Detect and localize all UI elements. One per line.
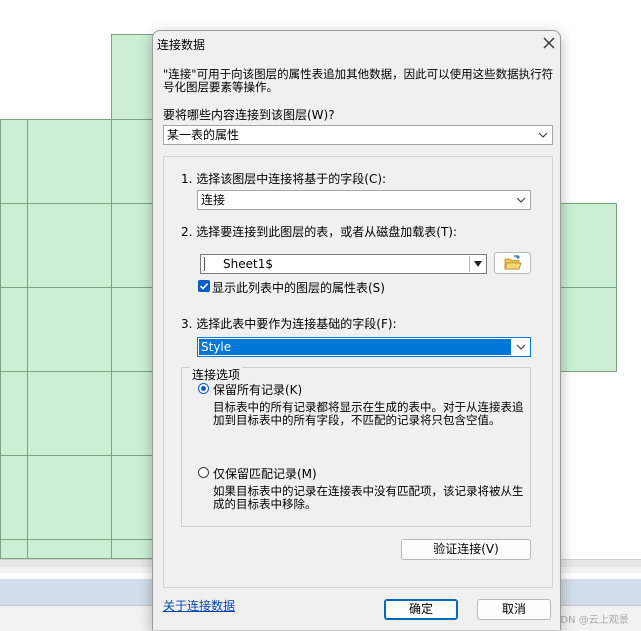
join-table-select[interactable]: Sheet1$ [200, 254, 487, 274]
map-cell [0, 119, 28, 204]
join-field-value: Style [201, 340, 232, 354]
map-cell [111, 34, 156, 120]
join-options-group: 连接选项 保留所有记录(K) 目标表中的所有记录都将显示在生成的表中。对于从连接… [181, 366, 531, 527]
join-data-dialog: 连接数据 "连接"可用于向该图层的属性表追加其他数据，因此可以使用这些数据执行符… [152, 30, 561, 630]
dialog-title: 连接数据 [157, 38, 206, 52]
map-cell [0, 287, 28, 372]
map-cell [556, 203, 617, 288]
keep-all-records-radio[interactable] [198, 383, 209, 394]
step2-label: 2. 选择要连接到此图层的表，或者从磁盘加载表(T): [181, 225, 458, 239]
about-joining-link[interactable]: 关于连接数据 [163, 597, 235, 614]
keep-all-records-desc: 目标表中的所有记录都将显示在生成的表中。对于从连接表追加到目标表中的所有字段，不… [213, 400, 524, 427]
join-what-value: 某一表的属性 [167, 128, 240, 142]
step1-label: 1. 选择该图层中连接将基于的字段(C): [181, 172, 387, 186]
chevron-down-icon [538, 132, 548, 138]
map-cell [111, 203, 156, 288]
join-settings-panel: 1. 选择该图层中连接将基于的字段(C): 连接 2. 选择要连接到此图层的表，… [163, 156, 553, 588]
validate-join-button[interactable]: 验证连接(V) [401, 539, 531, 560]
chevron-down-icon [516, 197, 526, 203]
show-layer-tables-label: 显示此列表中的图层的属性表(S) [212, 281, 385, 295]
map-cell [111, 119, 156, 204]
keep-matching-records-desc: 如果目标表中的记录在连接表中没有匹配项，该记录将被从生成的目标表中移除。 [213, 484, 524, 511]
keep-matching-records-label: 仅保留匹配记录(M) [213, 467, 317, 481]
keep-all-records-label: 保留所有记录(K) [213, 383, 303, 397]
dropdown-divider [469, 256, 470, 272]
map-cell [0, 455, 28, 540]
map-cell [27, 119, 112, 204]
step3-label: 3. 选择此表中要作为连接基础的字段(F): [181, 317, 397, 331]
join-what-label: 要将哪些内容连接到该图层(W)? [163, 108, 335, 122]
cancel-button[interactable]: 取消 [477, 599, 551, 620]
layer-field-value: 连接 [201, 193, 226, 207]
map-cell [0, 539, 28, 559]
map-cell [556, 287, 617, 372]
join-field-select[interactable]: Style [197, 337, 531, 357]
map-cell [27, 539, 112, 559]
join-table-value: Sheet1$ [223, 257, 273, 271]
map-cell [0, 203, 28, 288]
map-cell [27, 203, 112, 288]
close-button[interactable] [539, 33, 559, 53]
map-cell [111, 455, 156, 540]
map-cell [0, 371, 28, 456]
open-folder-icon [503, 255, 522, 270]
map-cell [27, 455, 112, 540]
chevron-down-icon [516, 344, 526, 350]
checkmark-icon [199, 283, 209, 290]
map-cell [111, 371, 156, 456]
show-layer-tables-checkbox[interactable] [198, 280, 210, 292]
close-icon [543, 37, 555, 49]
ok-button[interactable]: 确定 [384, 599, 458, 620]
map-cell [111, 287, 156, 372]
layer-field-select[interactable]: 连接 [197, 190, 531, 210]
selection-highlight [199, 339, 511, 355]
map-cell [27, 371, 112, 456]
map-cell [27, 287, 112, 372]
dialog-description: "连接"可用于向该图层的属性表追加其他数据，因此可以使用这些数据执行符号化图层要… [163, 67, 554, 94]
keep-matching-records-radio[interactable] [198, 467, 209, 478]
map-cell [111, 539, 156, 559]
dropdown-arrow-icon [474, 261, 482, 267]
browse-table-button[interactable] [494, 252, 531, 274]
join-what-select[interactable]: 某一表的属性 [163, 125, 553, 145]
table-icon [204, 257, 205, 271]
